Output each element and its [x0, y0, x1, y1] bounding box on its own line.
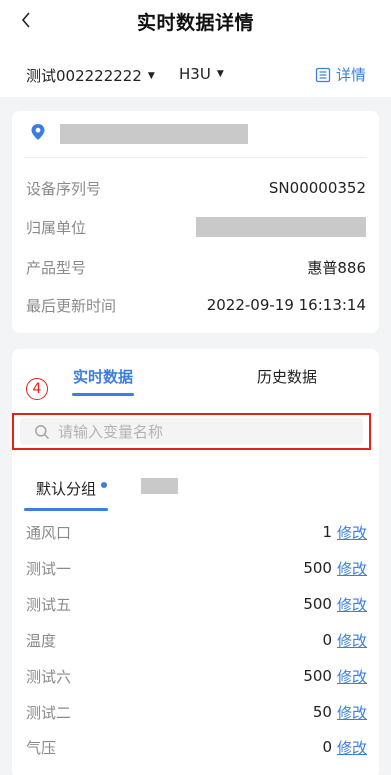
- variable-name: 测试五: [26, 595, 72, 614]
- info-row-model: 产品型号 惠普886: [26, 255, 366, 279]
- info-label: 产品型号: [26, 258, 87, 277]
- edit-link[interactable]: 修改: [337, 522, 367, 543]
- header: 实时数据详情 测试002222222 ▼ H3U ▼ 详情: [0, 0, 391, 97]
- model-selector[interactable]: H3U ▼: [179, 65, 224, 83]
- variable-name: 温度: [26, 631, 57, 650]
- info-value: SN00000352: [268, 179, 366, 197]
- variable-name: 测试一: [26, 559, 72, 578]
- info-row-unit: 归属单位: [26, 215, 366, 239]
- group-tab-label: 默认分组: [36, 480, 97, 498]
- variable-row: 温度 0 修改: [26, 628, 367, 652]
- variable-value: 50: [312, 703, 332, 721]
- variable-name: 气压: [26, 738, 57, 757]
- variable-value: 500: [303, 595, 332, 613]
- variable-name: 通风口: [26, 523, 72, 542]
- search-bar[interactable]: [20, 418, 363, 445]
- variable-row: 通风口 1 修改: [26, 520, 367, 544]
- group-tab-redacted[interactable]: [141, 478, 178, 494]
- variable-row: 测试五 500 修改: [26, 592, 367, 616]
- detail-link-label: 详情: [336, 66, 367, 84]
- tab-realtime-data[interactable]: 实时数据: [73, 366, 133, 387]
- variable-value: 500: [303, 667, 332, 685]
- edit-link[interactable]: 修改: [337, 702, 367, 723]
- edit-link[interactable]: 修改: [337, 594, 367, 615]
- search-highlight-box: [12, 413, 371, 450]
- list-doc-icon: [315, 67, 331, 82]
- device-selector[interactable]: 测试002222222 ▼: [26, 65, 155, 86]
- caret-down-icon: ▼: [147, 70, 155, 81]
- search-input[interactable]: [58, 422, 338, 441]
- info-label: 最后更新时间: [26, 296, 117, 315]
- variable-row: 测试六 500 修改: [26, 664, 367, 688]
- variable-name: 测试二: [26, 703, 72, 722]
- detail-link[interactable]: 详情: [315, 64, 366, 85]
- variable-value: 1: [322, 523, 332, 541]
- info-label: 设备序列号: [26, 179, 102, 198]
- variable-name: 测试六: [26, 667, 72, 686]
- unit-value-redacted: [196, 217, 366, 237]
- active-tab-indicator: [72, 393, 134, 396]
- info-value: 2022-09-19 16:13:14: [206, 296, 366, 314]
- group-tab-indicator: [24, 508, 108, 511]
- tab-history-data[interactable]: 历史数据: [257, 366, 317, 387]
- edit-link[interactable]: 修改: [337, 630, 367, 651]
- map-pin-icon: [31, 124, 45, 140]
- device-selector-label: 测试002222222: [26, 67, 142, 85]
- search-icon: [35, 424, 49, 439]
- divider: [24, 157, 367, 158]
- variable-row: 气压 0 修改: [26, 735, 367, 759]
- info-row-updated: 最后更新时间 2022-09-19 16:13:14: [26, 293, 366, 317]
- info-row-serial: 设备序列号 SN00000352: [26, 176, 366, 200]
- page-title: 实时数据详情: [136, 12, 254, 34]
- step-marker: 4: [26, 378, 48, 400]
- active-dot: [101, 481, 108, 488]
- edit-link[interactable]: 修改: [337, 666, 367, 687]
- location-value-redacted: [60, 124, 248, 144]
- model-selector-label: H3U: [179, 65, 211, 83]
- info-value: 惠普886: [307, 258, 366, 277]
- device-info-card: 设备序列号 SN00000352 归属单位 产品型号 惠普886 最后更新时间 …: [12, 111, 379, 333]
- variable-value: 500: [303, 559, 332, 577]
- variable-row: 测试一 500 修改: [26, 556, 367, 580]
- realtime-data-card: 4 实时数据 历史数据 默认分组 通风口 1 修改 测试一 500 修改 测试五: [12, 349, 379, 775]
- edit-link[interactable]: 修改: [337, 737, 367, 758]
- group-tab-default[interactable]: 默认分组: [36, 478, 108, 499]
- caret-down-icon: ▼: [216, 69, 224, 79]
- info-label: 归属单位: [26, 218, 87, 237]
- edit-link[interactable]: 修改: [337, 558, 367, 579]
- variable-value: 0: [322, 738, 332, 756]
- variable-value: 0: [322, 631, 332, 649]
- variable-row: 测试二 50 修改: [26, 700, 367, 724]
